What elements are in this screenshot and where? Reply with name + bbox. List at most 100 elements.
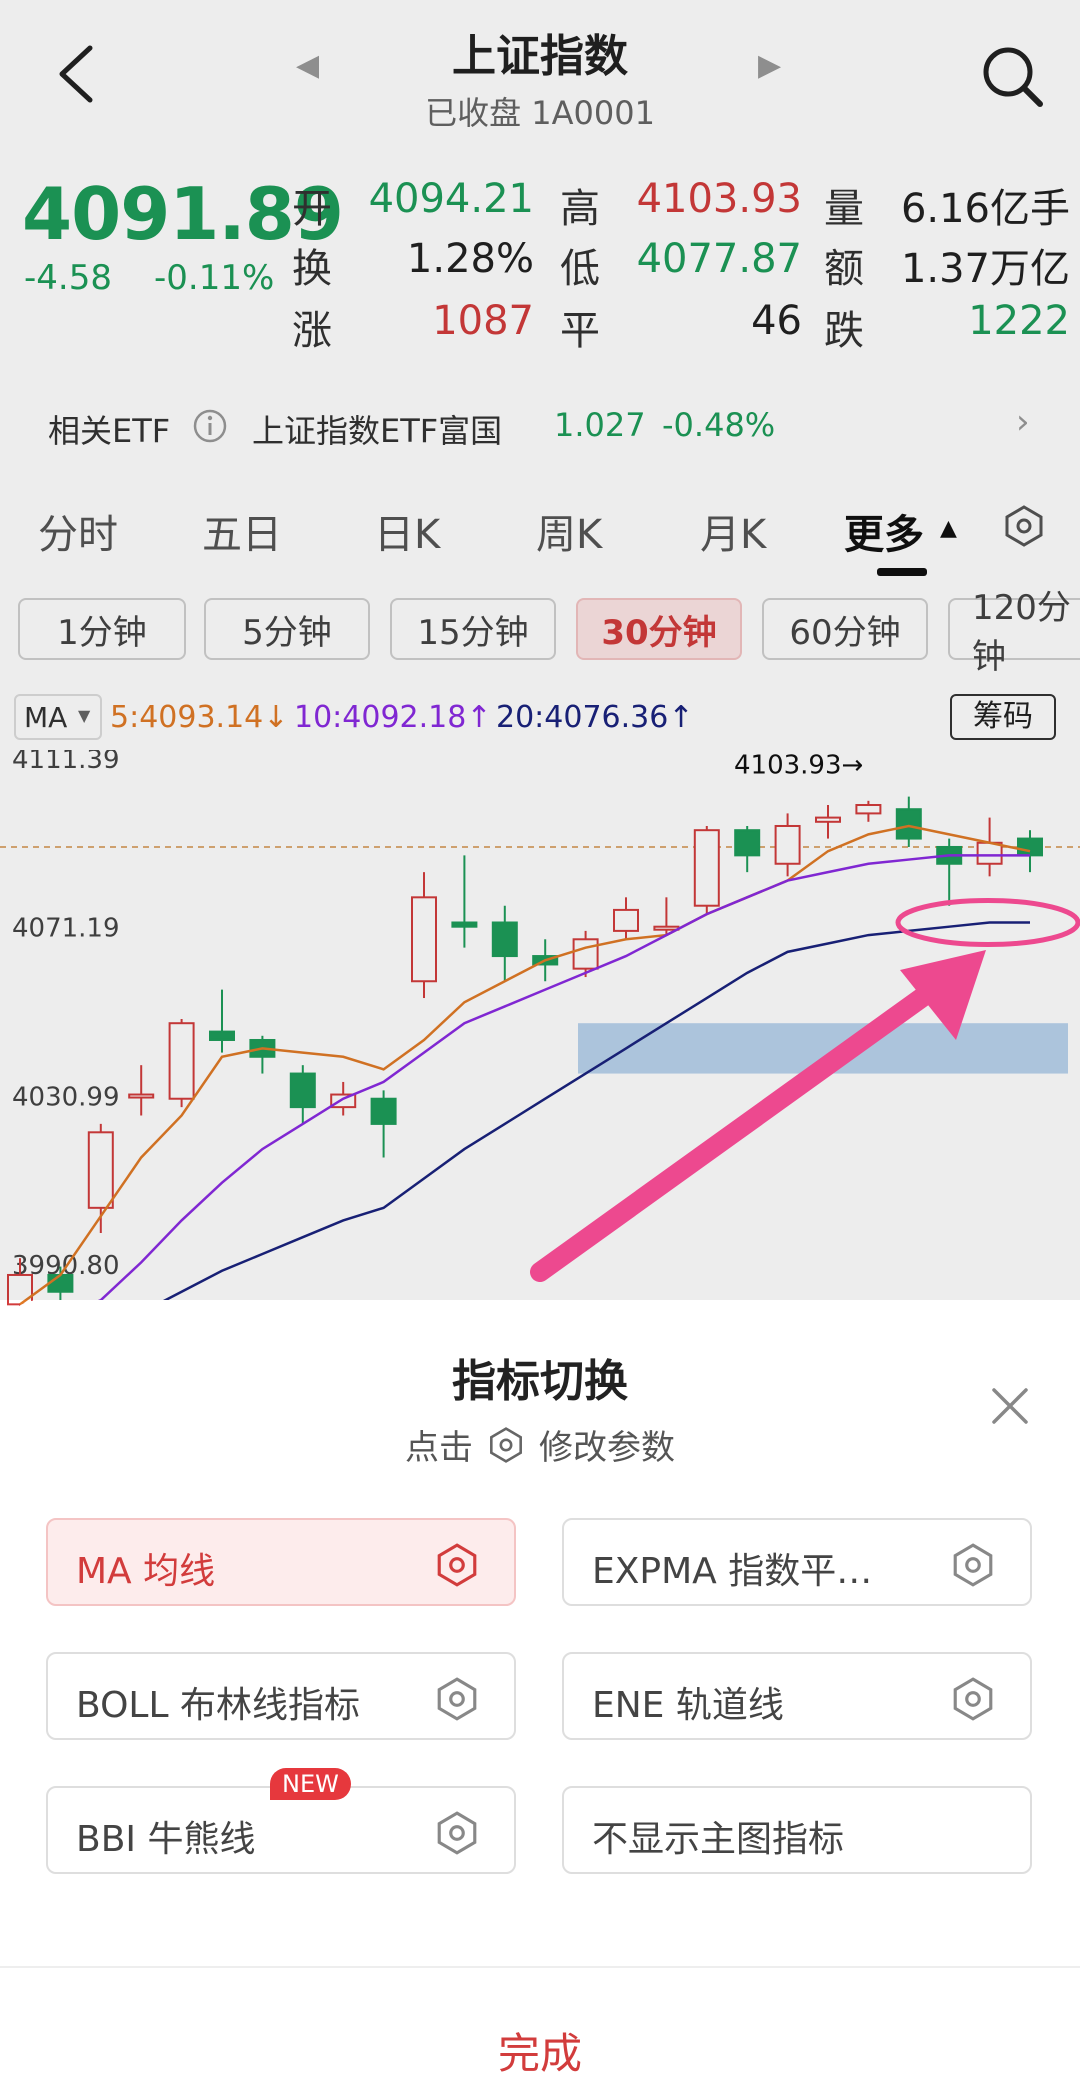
indicator-option[interactable]: BBI 牛熊线 NEW [46, 1768, 516, 1874]
tab-1[interactable]: 五日 [202, 502, 282, 560]
stat-value: 1.37万亿 [900, 246, 1070, 292]
settings-hexagon-icon[interactable] [434, 1542, 480, 1588]
indicator-option-label: MA 均线 [76, 1551, 216, 1592]
candle-body [491, 921, 518, 958]
indicator-option[interactable]: MA 均线 [46, 1518, 516, 1606]
candle-body [411, 896, 437, 983]
tab-0[interactable]: 分时 [38, 502, 118, 560]
candle-body [168, 1022, 195, 1100]
settings-hexagon-icon [490, 1426, 522, 1463]
stat-label: 平 [560, 308, 600, 354]
ma20-line [143, 921, 1030, 1310]
stat-label: 开 [292, 186, 332, 232]
indicator-option[interactable]: EXPMA 指数平… [562, 1518, 1032, 1606]
candle-body [734, 829, 761, 857]
candle-body [370, 1097, 397, 1125]
candle-body [128, 1093, 155, 1099]
indicator-option-label: BBI 牛熊线 [76, 1819, 256, 1860]
period-button[interactable]: 60分钟 [762, 598, 928, 660]
ma-selector[interactable]: MA ▼ [14, 694, 102, 740]
stat-label: 高 [560, 186, 600, 232]
new-badge: NEW [270, 1768, 351, 1800]
high-price-marker: 4103.93→ [734, 750, 863, 780]
indicator-option-label: ENE 轨道线 [592, 1685, 784, 1726]
price-change: -4.58 [24, 258, 112, 298]
divider [0, 1966, 1080, 1968]
candle-body [7, 1273, 33, 1306]
settings-hexagon-icon[interactable] [434, 1676, 480, 1722]
indicator-option[interactable]: ENE 轨道线 [562, 1652, 1032, 1740]
done-button[interactable]: 完成 [0, 2020, 1080, 2081]
stat-label: 换 [292, 246, 332, 292]
candlestick-chart[interactable]: 4111.394071.194030.993990.804103.93→ [0, 750, 1080, 1310]
settings-hexagon-icon[interactable] [950, 1542, 996, 1588]
stat-value: 4094.21 [368, 176, 534, 222]
stat-value: 1.28% [406, 236, 534, 282]
y-tick-label: 4111.39 [12, 750, 120, 775]
candle-body [1017, 837, 1043, 857]
candle-body [613, 908, 639, 932]
candle-body [47, 1273, 74, 1293]
stat-label: 量 [824, 186, 864, 232]
stat-value: 6.16亿手 [900, 186, 1070, 232]
settings-hexagon-icon[interactable] [1002, 504, 1046, 548]
indicator-option-label: BOLL 布林线指标 [76, 1685, 360, 1726]
candle-body [572, 938, 599, 970]
candle-body [815, 816, 841, 823]
info-icon[interactable] [192, 408, 228, 444]
caret-up-icon: ▲ [940, 516, 957, 541]
sheet-subtitle: 点击 修改参数 [0, 1420, 1080, 1469]
candle-body [693, 829, 720, 907]
candle-body [209, 1030, 235, 1041]
y-tick-label: 4030.99 [12, 1082, 120, 1112]
period-button[interactable]: 5分钟 [204, 598, 370, 660]
y-tick-label: 4071.19 [12, 914, 120, 944]
stat-value: 1222 [968, 298, 1070, 344]
candle-body [653, 925, 680, 931]
tab-5[interactable]: 更多 [844, 502, 924, 560]
chip-distribution-button[interactable]: 筹码 [950, 694, 1056, 740]
ma20-value: 20:4076.36↑ [496, 700, 694, 735]
candle-body [451, 921, 478, 928]
period-button[interactable]: 15分钟 [390, 598, 556, 660]
tab-4[interactable]: 月K [700, 502, 766, 560]
stat-label: 跌 [824, 308, 864, 354]
ma5-value: 5:4093.14↓ [110, 700, 289, 735]
stat-value: 1087 [432, 298, 534, 344]
candle-body [895, 808, 922, 840]
tab-3[interactable]: 周K [536, 502, 602, 560]
stat-label: 低 [560, 246, 600, 292]
indicator-option[interactable]: BOLL 布林线指标 [46, 1652, 516, 1740]
stat-label: 额 [824, 246, 864, 292]
candle-body [855, 804, 882, 815]
etf-change: -0.48% [662, 406, 776, 444]
active-tab-indicator [877, 568, 927, 576]
indicator-option-label: 不显示主图指标 [592, 1819, 845, 1860]
period-button[interactable]: 1分钟 [18, 598, 186, 660]
etf-price: 1.027 [554, 406, 646, 444]
search-icon[interactable] [980, 44, 1044, 108]
page-title: 上证指数 [452, 31, 628, 82]
settings-hexagon-icon[interactable] [950, 1676, 996, 1722]
indicator-option[interactable]: 不显示主图指标 [562, 1786, 1032, 1874]
settings-hexagon-icon[interactable] [434, 1810, 480, 1856]
candle-body [774, 824, 801, 865]
indicator-option-label: EXPMA 指数平… [592, 1551, 873, 1592]
period-button[interactable]: 30分钟 [576, 598, 742, 660]
market-status: 已收盘 1A0001 [425, 94, 655, 132]
candle-body [87, 1131, 114, 1209]
candle-body [976, 841, 1003, 865]
stat-value: 4077.87 [636, 236, 802, 282]
stat-value: 46 [751, 298, 802, 344]
related-etf-row[interactable]: 相关ETF 上证指数ETF富国 1.027 -0.48% › [0, 392, 1080, 462]
next-stock-icon[interactable]: ▶ [758, 48, 781, 83]
price-change-percent: -0.11% [154, 258, 275, 298]
stat-label: 涨 [292, 308, 332, 354]
etf-name: 上证指数ETF富国 [252, 412, 503, 450]
period-button[interactable]: 120分钟 [948, 588, 1080, 677]
candle-body [289, 1072, 316, 1109]
caret-down-icon: ▼ [78, 706, 91, 725]
chevron-right-icon: › [1016, 402, 1030, 442]
tab-2[interactable]: 日K [374, 502, 440, 560]
etf-label: 相关ETF [48, 412, 171, 450]
